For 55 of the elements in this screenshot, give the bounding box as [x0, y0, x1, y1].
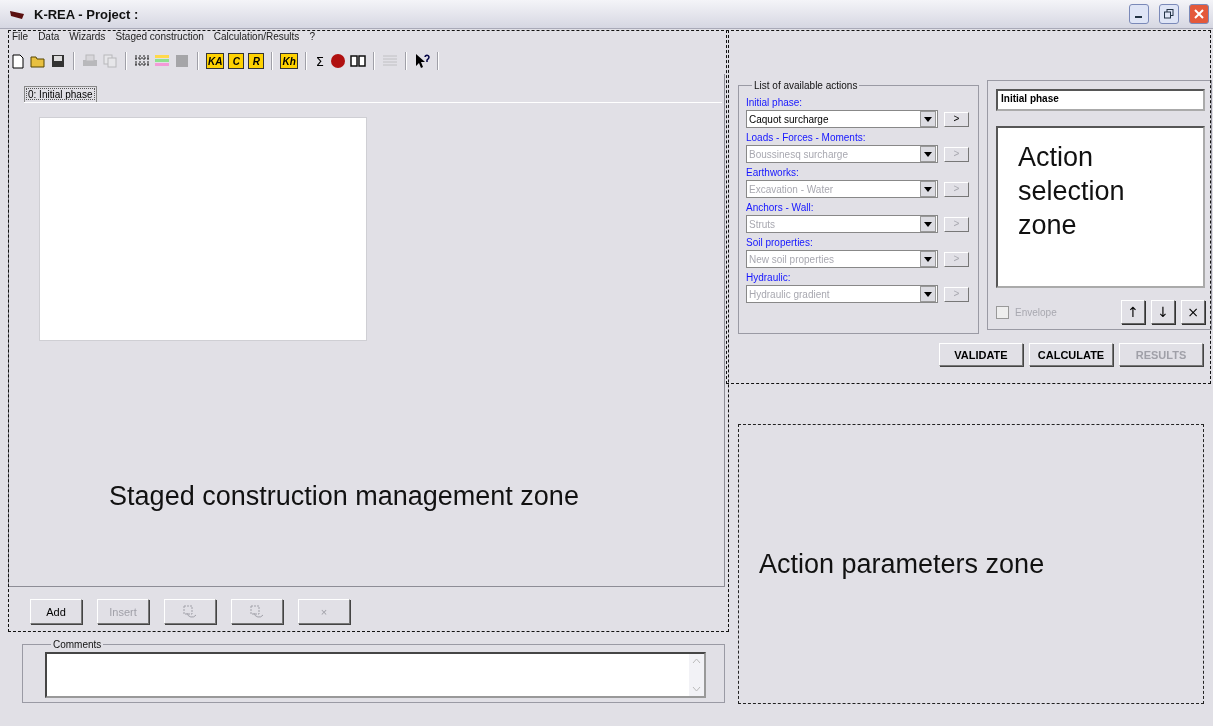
menu-item[interactable]: ? — [309, 32, 315, 43]
toolbar-button[interactable]: Kh — [280, 53, 298, 69]
minimize-button[interactable] — [1129, 4, 1149, 24]
checkbox-label: Envelope — [1015, 306, 1058, 318]
toolbar-button[interactable]: C — [228, 53, 245, 69]
phase-tab[interactable]: 0: Initial phase — [24, 86, 97, 102]
new-file-icon[interactable] — [10, 53, 26, 69]
group-title: Comments — [52, 639, 103, 650]
window-title: K-REA - Project : — [34, 6, 140, 22]
command-button[interactable]: CALCULATE — [1029, 343, 1113, 366]
toolbar-button[interactable]: KA — [206, 53, 225, 69]
help-pointer-icon[interactable] — [414, 53, 430, 69]
selected-actions-list[interactable]: Action selection zone — [996, 126, 1205, 288]
restore-icon — [1164, 9, 1174, 19]
action-category: Soil properties: — [746, 237, 814, 249]
zone-label: Action selection zone — [1018, 141, 1126, 242]
restore-button[interactable] — [1159, 4, 1179, 24]
dropdown-arrow-icon — [924, 221, 932, 227]
color-bars-icon[interactable] — [154, 53, 170, 69]
dropdown-arrow-icon — [924, 116, 932, 122]
phase-name-field[interactable]: Initial phase — [996, 89, 1205, 111]
action-dropdown[interactable]: Caquot surcharge — [746, 110, 938, 128]
dropdown-arrow-icon — [924, 186, 932, 192]
order-button[interactable]: × — [1181, 300, 1205, 324]
action-category: Earthworks: — [746, 167, 800, 179]
dropdown-arrow-icon — [924, 151, 932, 157]
toolbar-button[interactable]: Σ — [313, 53, 326, 69]
action-category: Anchors - Wall: — [746, 202, 815, 214]
menu-item[interactable]: Wizards — [69, 32, 106, 43]
action-category: Hydraulic: — [746, 272, 792, 284]
command-button[interactable]: VALIDATE — [939, 343, 1023, 366]
zone-label: Action parameters zone — [759, 548, 1045, 580]
menu-item[interactable]: Data — [38, 32, 60, 43]
group-title: List of available actions — [753, 80, 859, 91]
save-icon[interactable] — [50, 53, 66, 69]
stop-sign-icon[interactable] — [330, 53, 346, 69]
zone-label: Staged construction management zone — [108, 481, 580, 512]
phase-button[interactable]: Add — [30, 599, 82, 624]
close-button[interactable] — [1189, 4, 1209, 24]
menu-item[interactable]: Calculation/Results — [213, 32, 300, 43]
action-category: Initial phase: — [746, 97, 804, 109]
action-category: Loads - Forces - Moments: — [746, 132, 867, 144]
order-button[interactable]: ↑ — [1121, 300, 1145, 324]
app-logo-icon — [10, 9, 24, 19]
close-icon — [1194, 9, 1204, 19]
book-icon[interactable] — [350, 53, 366, 69]
menu-item[interactable]: Staged construction — [115, 32, 204, 43]
menu-item[interactable]: File — [12, 32, 29, 43]
dropdown-arrow-icon — [924, 291, 932, 297]
add-action-button[interactable]: > — [944, 111, 969, 127]
comments-field[interactable] — [45, 652, 706, 698]
order-button[interactable]: ↓ — [1151, 300, 1175, 324]
toolbar-button[interactable]: R — [248, 53, 265, 69]
dropdown-arrow-icon — [924, 256, 932, 262]
open-folder-icon[interactable] — [30, 53, 46, 69]
